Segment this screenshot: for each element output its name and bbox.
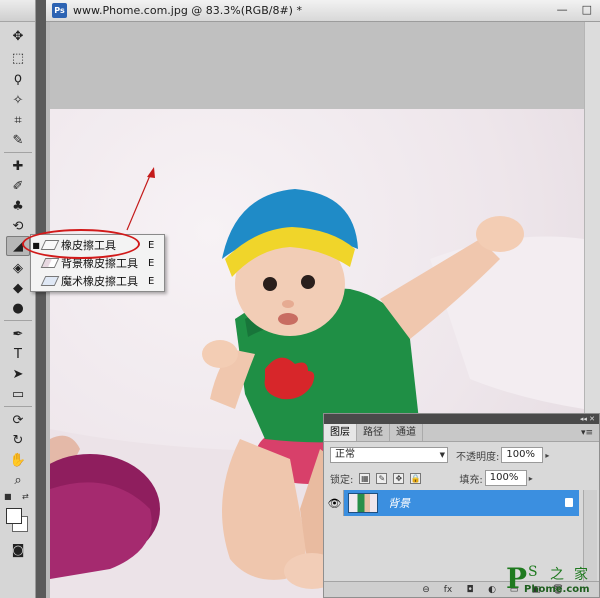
hand-tool-icon[interactable]: ✋ bbox=[6, 450, 30, 470]
blend-mode-value: 正常 bbox=[335, 449, 355, 460]
type-tool-icon[interactable]: T bbox=[6, 344, 30, 364]
lock-transparent-icon[interactable]: ▦ bbox=[359, 472, 371, 484]
move-tool-icon[interactable]: ✥ bbox=[6, 26, 30, 46]
document-tab[interactable]: Ps www.Phome.com.jpg @ 83.3%(RGB/8#) * —… bbox=[46, 0, 600, 22]
photoshop-logo-icon: Ps bbox=[52, 3, 67, 18]
opacity-field[interactable]: 100% bbox=[501, 447, 544, 463]
panel-tabs: 图层 路径 通道 ▾≡ bbox=[324, 424, 599, 442]
lock-all-icon[interactable]: 🔒 bbox=[410, 472, 422, 484]
background-eraser-icon bbox=[40, 258, 60, 268]
flyout-item-shortcut: E bbox=[148, 239, 155, 251]
toolbox-divider bbox=[4, 320, 32, 321]
history-brush-tool-icon[interactable]: ⟲ bbox=[6, 216, 30, 236]
lock-image-icon[interactable]: ✎ bbox=[376, 472, 388, 484]
eyedropper-tool-icon[interactable]: ✎ bbox=[6, 130, 30, 150]
path-selection-tool-icon[interactable]: ➤ bbox=[6, 364, 30, 384]
blur-tool-icon[interactable]: ◆ bbox=[6, 278, 30, 298]
blend-opacity-row: 正常 ▼ 不透明度: 100% ▸ bbox=[324, 443, 600, 467]
paint-bucket-tool-icon[interactable]: ◈ bbox=[6, 258, 30, 278]
chevron-down-icon: ▼ bbox=[439, 451, 445, 459]
tab-layers[interactable]: 图层 bbox=[324, 424, 357, 441]
lock-label: 锁定: bbox=[330, 474, 354, 486]
healing-brush-tool-icon[interactable]: ✚ bbox=[6, 156, 30, 176]
toolbox-divider bbox=[4, 406, 32, 407]
panel-menu-icon[interactable]: ▾≡ bbox=[581, 428, 593, 438]
tab-paths[interactable]: 路径 bbox=[357, 424, 390, 441]
panel-collapse-bar[interactable]: ◂◂ ✕ bbox=[324, 414, 599, 424]
foreground-color-swatch[interactable] bbox=[6, 508, 22, 524]
minimize-button[interactable]: — bbox=[557, 3, 568, 16]
quick-mask-icon[interactable]: ◙ bbox=[6, 540, 30, 560]
shape-tool-icon[interactable]: ▭ bbox=[6, 384, 30, 404]
fill-field[interactable]: 100% bbox=[484, 470, 527, 486]
dodge-tool-icon[interactable]: ● bbox=[6, 298, 30, 318]
flyout-item-shortcut: E bbox=[148, 257, 155, 269]
watermark-url: Phome.com bbox=[524, 584, 590, 595]
photoshop-workspace: ✥ ⬚ ϙ ✧ ⌗ ✎ ✚ ✐ ♣ ⟲ ◢ ◈ ◆ ● ✒ T ➤ ▭ ⟳ ↻ … bbox=[0, 0, 600, 598]
lock-position-icon[interactable]: ✥ bbox=[393, 472, 405, 484]
opacity-value: 100% bbox=[506, 449, 535, 460]
toolbox-grip[interactable] bbox=[0, 0, 35, 22]
visibility-eye-icon[interactable]: 👁 bbox=[326, 490, 344, 516]
clone-stamp-tool-icon[interactable]: ♣ bbox=[6, 196, 30, 216]
tab-channels[interactable]: 通道 bbox=[390, 424, 423, 441]
crop-tool-icon[interactable]: ⌗ bbox=[6, 110, 30, 130]
flyout-item-label: 魔术橡皮擦工具 bbox=[61, 275, 138, 288]
marquee-tool-icon[interactable]: ⬚ bbox=[6, 48, 30, 68]
toolbox: ✥ ⬚ ϙ ✧ ⌗ ✎ ✚ ✐ ♣ ⟲ ◢ ◈ ◆ ● ✒ T ➤ ▭ ⟳ ↻ … bbox=[0, 0, 36, 598]
3d-orbit-tool-icon[interactable]: ↻ bbox=[6, 430, 30, 450]
opacity-slider-arrow-icon[interactable]: ▸ bbox=[545, 451, 549, 460]
zoom-tool-icon[interactable]: ⌕ bbox=[6, 470, 30, 490]
layer-name[interactable]: 背景 bbox=[388, 495, 410, 511]
3d-rotate-tool-icon[interactable]: ⟳ bbox=[6, 410, 30, 430]
document-title: www.Phome.com.jpg @ 83.3%(RGB/8#) * bbox=[73, 4, 302, 17]
lock-fill-row: 锁定: ▦ ✎ ✥ 🔒 填充: 100% ▸ bbox=[324, 466, 600, 490]
layer-mask-icon[interactable]: ◘ bbox=[464, 584, 476, 595]
link-layers-icon[interactable]: ⊖ bbox=[420, 584, 432, 595]
magic-eraser-icon bbox=[40, 276, 60, 286]
maximize-button[interactable]: □ bbox=[582, 3, 592, 16]
pen-tool-icon[interactable]: ✒ bbox=[6, 324, 30, 344]
layer-thumbnail bbox=[348, 493, 378, 513]
fill-label: 填充: bbox=[459, 474, 483, 486]
magic-wand-tool-icon[interactable]: ✧ bbox=[6, 90, 30, 110]
brush-tool-icon[interactable]: ✐ bbox=[6, 176, 30, 196]
watermark-s: S bbox=[528, 564, 538, 580]
blend-mode-select[interactable]: 正常 ▼ bbox=[330, 447, 448, 463]
swap-colors-icon[interactable]: ⇄ bbox=[22, 492, 29, 501]
fill-slider-arrow-icon[interactable]: ▸ bbox=[529, 474, 533, 483]
fill-value: 100% bbox=[489, 472, 519, 483]
watermark-jia: 家 bbox=[574, 567, 588, 583]
toolbox-divider bbox=[4, 152, 32, 153]
default-colors-icon[interactable]: ■ bbox=[4, 492, 12, 501]
watermark-zhi: 之 bbox=[550, 567, 564, 583]
layer-row-background[interactable]: 👁 背景 bbox=[326, 490, 579, 516]
adjustment-layer-icon[interactable]: ◐ bbox=[486, 584, 498, 595]
flyout-item-shortcut: E bbox=[148, 275, 155, 287]
layer-lock-icon bbox=[565, 498, 573, 507]
layer-style-icon[interactable]: fx bbox=[442, 584, 454, 595]
site-watermark-logo: P S 之 家 Phome.com bbox=[506, 562, 598, 598]
lasso-tool-icon[interactable]: ϙ bbox=[6, 68, 30, 88]
flyout-item-magic-eraser[interactable]: 魔术橡皮擦工具 E bbox=[31, 272, 164, 290]
red-highlight-circle bbox=[22, 229, 140, 259]
opacity-label: 不透明度: bbox=[456, 451, 500, 463]
